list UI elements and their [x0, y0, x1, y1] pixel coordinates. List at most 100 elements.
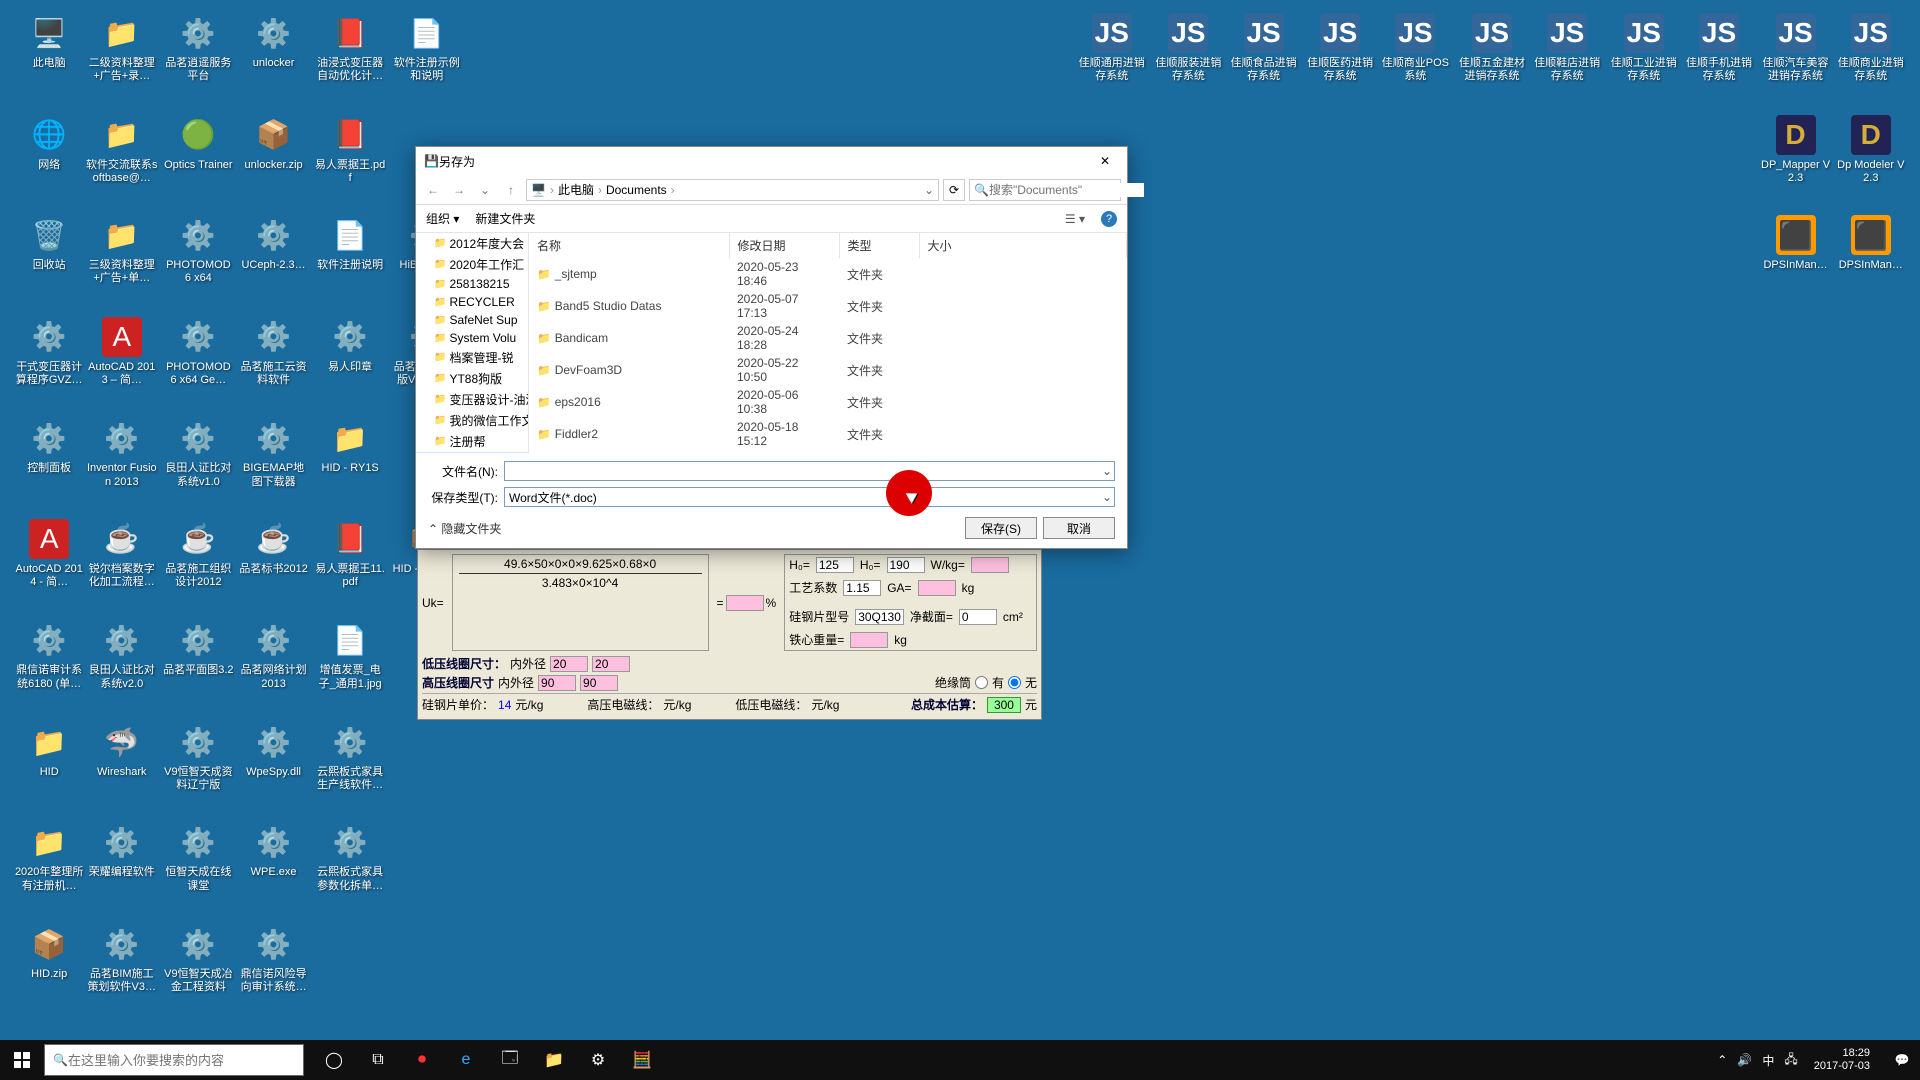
desktop-icon[interactable]: 品茗施工云资料软件	[238, 317, 310, 387]
tree-item[interactable]: 📁变压器设计-油浸	[416, 389, 528, 410]
tray-chevron[interactable]: ⌃	[1717, 1053, 1727, 1067]
tree-item[interactable]: 📁2012年度大会	[416, 233, 528, 254]
start-button[interactable]	[0, 1040, 44, 1080]
desktop-icon[interactable]: PHOTOMOD 6 x64	[162, 215, 234, 285]
desktop-icon[interactable]: 油浸式变压器自动优化计…	[314, 13, 386, 83]
jyt-yes[interactable]	[975, 676, 988, 689]
cancel-button[interactable]: 取消	[1043, 517, 1115, 539]
desktop-icon[interactable]: BIGEMAP地图下载器	[238, 418, 310, 488]
desktop-icon[interactable]: 佳顺五金建材进销存系统	[1456, 13, 1528, 83]
taskbar-search[interactable]: 🔍	[44, 1044, 304, 1076]
settings-button[interactable]: ⚙	[576, 1040, 620, 1080]
close-button[interactable]: ✕	[1087, 149, 1123, 173]
tree-item[interactable]: 📁档案管理-锐	[416, 347, 528, 368]
dy-outer[interactable]: 20	[592, 656, 630, 672]
col-name[interactable]: 名称	[529, 233, 729, 258]
chevron-down-icon[interactable]: ⌄	[1102, 464, 1112, 478]
desktop-icon[interactable]: Inventor Fusion 2013	[86, 418, 158, 488]
desktop-icon[interactable]: unlocker	[238, 13, 310, 70]
desktop-icon[interactable]: 佳顺服装进销存系统	[1152, 13, 1224, 83]
desktop-icon[interactable]: 云熙板式家具参数化拆单…	[314, 822, 386, 892]
tree-item[interactable]: 📁2020年工作汇	[416, 254, 528, 275]
gy-outer[interactable]: 90	[580, 675, 618, 691]
wkg-input[interactable]	[971, 557, 1009, 573]
file-row[interactable]: Band5 Studio Datas2020-05-07 17:13文件夹	[529, 290, 1127, 322]
desktop-icon[interactable]: HID - RY1S	[314, 418, 386, 475]
desktop-icon[interactable]: 良田人证比对系统v1.0	[162, 418, 234, 488]
crumb-pc[interactable]: 此电脑	[558, 181, 594, 198]
desktop-icon[interactable]: HID.zip	[13, 924, 85, 981]
desktop-icon[interactable]: 佳顺手机进销存系统	[1683, 13, 1755, 83]
h0-input[interactable]: 125	[816, 557, 854, 573]
volume-icon[interactable]: 🔊	[1737, 1053, 1752, 1067]
txzl-input[interactable]	[850, 632, 888, 648]
desktop-icon[interactable]: 品茗标书2012	[238, 519, 310, 576]
desktop-icon[interactable]: 回收站	[13, 215, 85, 272]
nav-hist[interactable]: ⌄	[474, 179, 496, 201]
desktop-icon[interactable]: 良田人证比对系统v2.0	[86, 620, 158, 690]
search-box[interactable]: 🔍	[969, 179, 1121, 201]
tree-item[interactable]: 📁RECYCLER	[416, 293, 528, 311]
tree-item[interactable]: 📁我的微信工作文	[416, 410, 528, 431]
tree-item[interactable]: 🖥️此电脑	[416, 452, 528, 453]
nav-fwd[interactable]: →	[448, 179, 470, 201]
gpxh-select[interactable]: 30Q130	[855, 609, 904, 625]
ime-indicator[interactable]: 中	[1762, 1052, 1774, 1069]
taskview-button[interactable]: ⧉	[356, 1040, 400, 1080]
file-row[interactable]: OMRON FZ2020-05-17 11:22文件夹	[529, 450, 1127, 453]
desktop-icon[interactable]: 品茗网络计划2013	[238, 620, 310, 690]
desktop-icon[interactable]: 佳顺工业进销存系统	[1608, 13, 1680, 83]
dy-inner[interactable]: 20	[550, 656, 588, 672]
desktop-icon[interactable]: AutoCAD 2014 - 简…	[13, 519, 85, 589]
desktop-icon[interactable]: 品茗逍遥服务平台	[162, 13, 234, 83]
breadcrumb[interactable]: 🖥️› 此电脑› Documents› ⌄	[526, 179, 939, 201]
file-row[interactable]: _sjtemp2020-05-23 18:46文件夹	[529, 258, 1127, 290]
crumb-docs[interactable]: Documents	[606, 183, 667, 197]
desktop-icon[interactable]: V9恒智天成冶金工程资料	[162, 924, 234, 994]
desktop-icon[interactable]: 佳顺食品进销存系统	[1228, 13, 1300, 83]
desktop-icon[interactable]: 品茗BIM施工策划软件V3…	[86, 924, 158, 994]
desktop-icon[interactable]: WpeSpy.dll	[238, 722, 310, 779]
clock[interactable]: 18:29 2017-07-03	[1808, 1047, 1876, 1073]
col-date[interactable]: 修改日期	[729, 233, 839, 258]
explorer-button[interactable]: 📁	[532, 1040, 576, 1080]
chevron-down-icon[interactable]: ⌄	[1102, 490, 1112, 504]
desktop-icon[interactable]: 易人票据王11.pdf	[314, 519, 386, 589]
tree-item[interactable]: 📁258138215	[416, 275, 528, 293]
gyxs-select[interactable]: 1.15	[843, 580, 881, 596]
col-type[interactable]: 类型	[839, 233, 919, 258]
network-icon[interactable]: 🖧	[1784, 1050, 1797, 1071]
desktop-icon[interactable]: PHOTOMOD 6 x64 Ge…	[162, 317, 234, 387]
app-button-2[interactable]: 🧮	[620, 1040, 664, 1080]
file-row[interactable]: eps20162020-05-06 10:38文件夹	[529, 386, 1127, 418]
record-button[interactable]: ⏺	[400, 1040, 444, 1080]
desktop-icon[interactable]: 二级资料整理+广告+录…	[86, 13, 158, 83]
h0p-input[interactable]: 190	[887, 557, 925, 573]
desktop-icon[interactable]: V9恒智天成资料辽宁版	[162, 722, 234, 792]
desktop-icon[interactable]: Dp Modeler V2.3	[1835, 115, 1907, 185]
desktop-icon[interactable]: Optics Trainer	[162, 115, 234, 172]
edge-button[interactable]: e	[444, 1040, 488, 1080]
save-button[interactable]: 保存(S)	[965, 517, 1037, 539]
desktop-icon[interactable]: 品茗施工组织设计2012	[162, 519, 234, 589]
new-folder-button[interactable]: 新建文件夹	[475, 210, 535, 227]
desktop-icon[interactable]: 软件注册示例和说明	[391, 13, 463, 83]
desktop-icon[interactable]: DPSInMan…	[1760, 215, 1832, 272]
jyt-no[interactable]	[1008, 676, 1021, 689]
file-row[interactable]: Bandicam2020-05-24 18:28文件夹	[529, 322, 1127, 354]
desktop-icon[interactable]: 佳顺汽车美容进销存系统	[1760, 13, 1832, 83]
taskbar-search-input[interactable]	[68, 1053, 295, 1068]
desktop-icon[interactable]: Wireshark	[86, 722, 158, 779]
desktop-icon[interactable]: 荣耀编程软件	[86, 822, 158, 879]
desktop-icon[interactable]: 网络	[13, 115, 85, 172]
desktop-icon[interactable]: unlocker.zip	[238, 115, 310, 172]
desktop-icon[interactable]: AutoCAD 2013 – 简…	[86, 317, 158, 387]
desktop-icon[interactable]: 佳顺医药进销存系统	[1304, 13, 1376, 83]
desktop-icon[interactable]: 佳顺商业POS系统	[1379, 13, 1451, 83]
tree-item[interactable]: 📁SafeNet Sup	[416, 311, 528, 329]
desktop-icon[interactable]: 锐尔档案数字化加工流程…	[86, 519, 158, 589]
filetype-select[interactable]: Word文件(*.doc) ⌄	[504, 487, 1115, 507]
desktop-icon[interactable]: UCeph-2.3…	[238, 215, 310, 272]
refresh-button[interactable]: ⟳	[943, 179, 965, 201]
folder-tree[interactable]: 📁2012年度大会📁2020年工作汇📁258138215📁RECYCLER📁Sa…	[416, 233, 529, 453]
